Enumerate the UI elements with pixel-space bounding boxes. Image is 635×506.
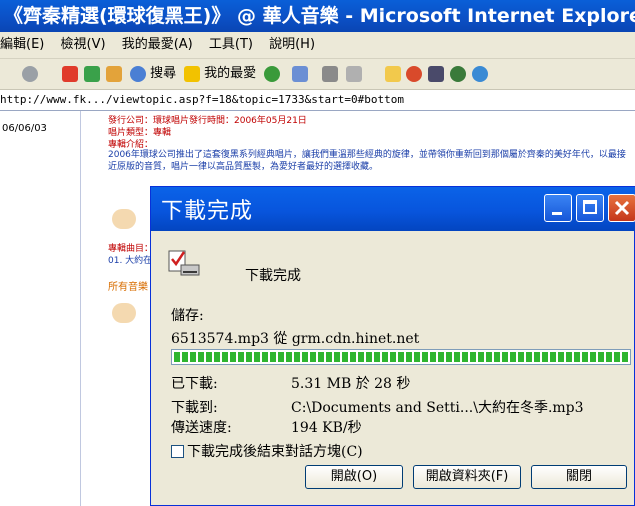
dialog-title: 下載完成: [161, 199, 254, 224]
all-music-link[interactable]: 所有音樂: [108, 278, 148, 293]
download-progress-bar: [171, 349, 631, 365]
reply-avatar-2-icon: [112, 303, 136, 323]
refresh-icon[interactable]: [84, 65, 100, 83]
ie-title-bar: 《齊秦精選(環球復黑王)》 @ 華人音樂 - Microsoft Interne…: [0, 0, 635, 32]
post-date: 06/06/03: [2, 123, 47, 134]
dialog-title-bar[interactable]: 下載完成: [151, 187, 635, 231]
close-button[interactable]: 關閉: [531, 465, 627, 489]
close-window-button[interactable]: [608, 194, 635, 222]
menu-favorites[interactable]: 我的最愛(A): [122, 37, 193, 52]
print-icon[interactable]: [322, 65, 338, 83]
close-on-complete-checkbox[interactable]: [171, 445, 184, 458]
menu-view[interactable]: 檢視(V): [61, 37, 106, 52]
ie-toolbar: 搜尋 我的最愛: [0, 59, 635, 90]
menu-tools[interactable]: 工具(T): [209, 37, 253, 52]
speed-value: 194 KB/秒: [291, 420, 362, 436]
close-on-complete-label[interactable]: 下載完成後結束對話方塊(C): [187, 441, 363, 461]
menu-help[interactable]: 說明(H): [269, 37, 315, 52]
downloaded-value: 5.31 MB 於 28 秒: [291, 376, 411, 392]
stop-icon[interactable]: [62, 65, 78, 83]
forward-icon[interactable]: [22, 65, 38, 83]
file-source: 6513574.mp3 從 grm.cdn.hinet.net: [171, 331, 420, 347]
messenger-icon[interactable]: [406, 65, 422, 83]
favorites-label: 我的最愛: [204, 66, 257, 81]
address-url: http://www.fk.../viewtopic.asp?f=18&topi…: [0, 93, 404, 106]
download-to-value: C:\Documents and Setti...\大約在冬季.mp3: [291, 400, 584, 416]
users-icon[interactable]: [472, 65, 488, 83]
favorites-button[interactable]: 我的最愛: [184, 65, 256, 83]
maximize-icon: [583, 200, 597, 214]
home-icon[interactable]: [106, 65, 122, 83]
edit-icon[interactable]: [346, 65, 362, 83]
download-to-label: 下載到:: [171, 400, 218, 416]
close-icon: [614, 200, 630, 216]
download-complete-icon: [168, 250, 200, 276]
search-button[interactable]: 搜尋: [130, 65, 176, 83]
open-button[interactable]: 開啟(O): [305, 465, 403, 489]
download-complete-dialog: 下載完成 下載完成 儲存: 6513574.mp3 從 grm.cdn.hine…: [150, 186, 635, 506]
address-bar[interactable]: http://www.fk.../viewtopic.asp?f=18&topi…: [0, 90, 635, 111]
mail-icon[interactable]: [292, 65, 308, 83]
discuss-icon[interactable]: [385, 65, 401, 83]
minimize-button[interactable]: [544, 194, 572, 222]
left-column: 06/06/03: [0, 111, 81, 506]
maximize-button[interactable]: [576, 194, 604, 222]
user-icon[interactable]: [450, 65, 466, 83]
ie-window-title: 《齊秦精選(環球復黑王)》 @ 華人音樂 - Microsoft Interne…: [4, 5, 635, 27]
dialog-subtitle: 下載完成: [245, 268, 301, 284]
speed-label: 傳送速度:: [171, 420, 232, 436]
saved-label: 儲存:: [171, 308, 204, 324]
menu-edit[interactable]: 編輯(E): [0, 37, 44, 52]
downloaded-label: 已下載:: [171, 376, 218, 392]
ie-menubar: 編輯(E) 檢視(V) 我的最愛(A) 工具(T) 說明(H): [0, 32, 635, 59]
history-icon[interactable]: [264, 65, 280, 83]
minimize-icon: [552, 212, 562, 215]
reply-avatar-icon: [112, 209, 136, 229]
search-label: 搜尋: [150, 66, 177, 81]
star-icon: [184, 65, 200, 82]
download-progress-fill: [174, 352, 628, 362]
open-folder-button[interactable]: 開啟資料夾(F): [413, 465, 521, 489]
research-icon[interactable]: [428, 65, 444, 83]
album-description: 2006年環球公司推出了這套復黑系列經典唱片，讓我們重溫那些經典的旋律，並帶領你…: [108, 150, 626, 172]
search-icon: [130, 65, 146, 82]
